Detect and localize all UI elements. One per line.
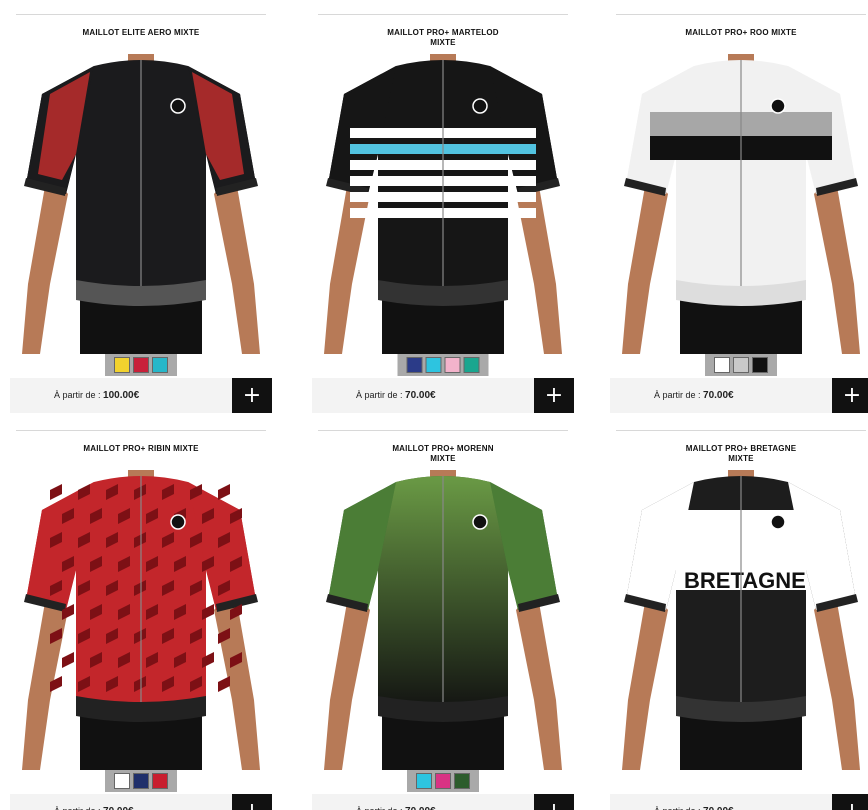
- card-divider: [318, 14, 568, 15]
- card-divider: [16, 430, 266, 431]
- product-image[interactable]: BRETAGNE: [610, 470, 868, 770]
- product-title[interactable]: MAILLOT PRO+ MORENN MIXTE: [312, 430, 574, 464]
- price-bar: À partir de : 70.00€ +: [10, 794, 272, 810]
- price-prefix: À partir de :: [54, 390, 104, 400]
- color-swatches: [397, 354, 489, 376]
- color-swatch[interactable]: [714, 357, 730, 373]
- product-image[interactable]: [610, 54, 868, 354]
- color-swatch[interactable]: [114, 357, 130, 373]
- add-to-cart-button[interactable]: +: [232, 794, 272, 810]
- product-price: À partir de : 70.00€: [654, 806, 734, 810]
- product-image[interactable]: [10, 54, 272, 354]
- price-prefix: À partir de :: [356, 806, 405, 810]
- price-amount: 100.00€: [103, 390, 140, 401]
- price-amount: 70.00€: [703, 390, 734, 401]
- jersey-photo: BRETAGNE: [622, 470, 860, 770]
- product-price: À partir de : 100.00€: [54, 390, 139, 401]
- product-card[interactable]: MAILLOT ELITE AERO MIXTE À partir de : 10…: [10, 14, 272, 413]
- jersey-photo: [622, 54, 860, 354]
- product-card[interactable]: MAILLOT PRO+ BRETAGNE MIXTE BRETAGNE À par…: [610, 430, 868, 810]
- price-bar: À partir de : 70.00€ +: [610, 378, 868, 413]
- price-amount: 70.00€: [405, 806, 436, 810]
- color-swatch[interactable]: [152, 357, 168, 373]
- product-price: À partir de : 70.00€: [654, 390, 734, 401]
- color-swatches: [705, 354, 777, 376]
- card-divider: [318, 430, 568, 431]
- price-bar: À partir de : 100.00€ +: [10, 378, 272, 413]
- card-divider: [616, 14, 866, 15]
- add-to-cart-button[interactable]: +: [832, 378, 868, 413]
- color-swatches: [105, 770, 177, 792]
- product-price: À partir de : 70.00€: [356, 806, 436, 810]
- add-to-cart-button[interactable]: +: [832, 794, 868, 810]
- price-bar: À partir de : 70.00€ +: [312, 794, 574, 810]
- jersey-print-text: BRETAGNE: [684, 568, 806, 593]
- price-prefix: À partir de :: [654, 806, 703, 810]
- color-swatches: [407, 770, 479, 792]
- product-image[interactable]: [312, 54, 574, 354]
- price-bar: À partir de : 70.00€ +: [610, 794, 868, 810]
- add-to-cart-button[interactable]: +: [534, 794, 574, 810]
- product-image[interactable]: [312, 470, 574, 770]
- product-image[interactable]: [10, 470, 272, 770]
- color-swatch[interactable]: [733, 357, 749, 373]
- card-divider: [16, 14, 266, 15]
- price-amount: 70.00€: [103, 806, 134, 810]
- color-swatch[interactable]: [752, 357, 768, 373]
- product-price: À partir de : 70.00€: [356, 390, 436, 401]
- jersey-photo: [324, 470, 562, 770]
- color-swatch[interactable]: [444, 357, 461, 373]
- card-divider: [616, 430, 866, 431]
- price-prefix: À partir de :: [54, 806, 103, 810]
- price-prefix: À partir de :: [654, 390, 704, 400]
- color-swatch[interactable]: [435, 773, 451, 789]
- color-swatch[interactable]: [454, 773, 470, 789]
- product-title[interactable]: MAILLOT ELITE AERO MIXTE: [10, 14, 272, 38]
- color-swatch[interactable]: [133, 357, 149, 373]
- add-to-cart-button[interactable]: +: [232, 378, 272, 413]
- product-title[interactable]: MAILLOT PRO+ BRETAGNE MIXTE: [610, 430, 868, 464]
- jersey-photo: [22, 470, 260, 770]
- color-swatch[interactable]: [416, 773, 432, 789]
- price-bar: À partir de : 70.00€ +: [312, 378, 574, 413]
- product-title[interactable]: MAILLOT PRO+ MARTELOD MIXTE: [312, 14, 574, 48]
- product-card[interactable]: MAILLOT PRO+ RIBIN MIXTE À partir de : 70…: [10, 430, 272, 810]
- product-card[interactable]: MAILLOT PRO+ ROO MIXTE À partir de : 70.0…: [610, 14, 868, 413]
- color-swatch[interactable]: [406, 357, 423, 373]
- product-title[interactable]: MAILLOT PRO+ ROO MIXTE: [610, 14, 868, 38]
- price-amount: 70.00€: [703, 806, 734, 810]
- price-amount: 70.00€: [405, 390, 436, 401]
- product-card[interactable]: MAILLOT PRO+ MARTELOD MIXTE À partir de :…: [312, 14, 574, 413]
- color-swatch[interactable]: [133, 773, 149, 789]
- color-swatches: [105, 354, 177, 376]
- jersey-photo: [22, 54, 260, 354]
- price-prefix: À partir de :: [356, 390, 406, 400]
- color-swatch[interactable]: [152, 773, 168, 789]
- color-swatch[interactable]: [463, 357, 480, 373]
- color-swatch[interactable]: [425, 357, 442, 373]
- product-title[interactable]: MAILLOT PRO+ RIBIN MIXTE: [10, 430, 272, 454]
- product-price: À partir de : 70.00€: [54, 806, 134, 810]
- color-swatch[interactable]: [114, 773, 130, 789]
- add-to-cart-button[interactable]: +: [534, 378, 574, 413]
- product-card[interactable]: MAILLOT PRO+ MORENN MIXTE À partir de : 7…: [312, 430, 574, 810]
- jersey-photo: [324, 54, 562, 354]
